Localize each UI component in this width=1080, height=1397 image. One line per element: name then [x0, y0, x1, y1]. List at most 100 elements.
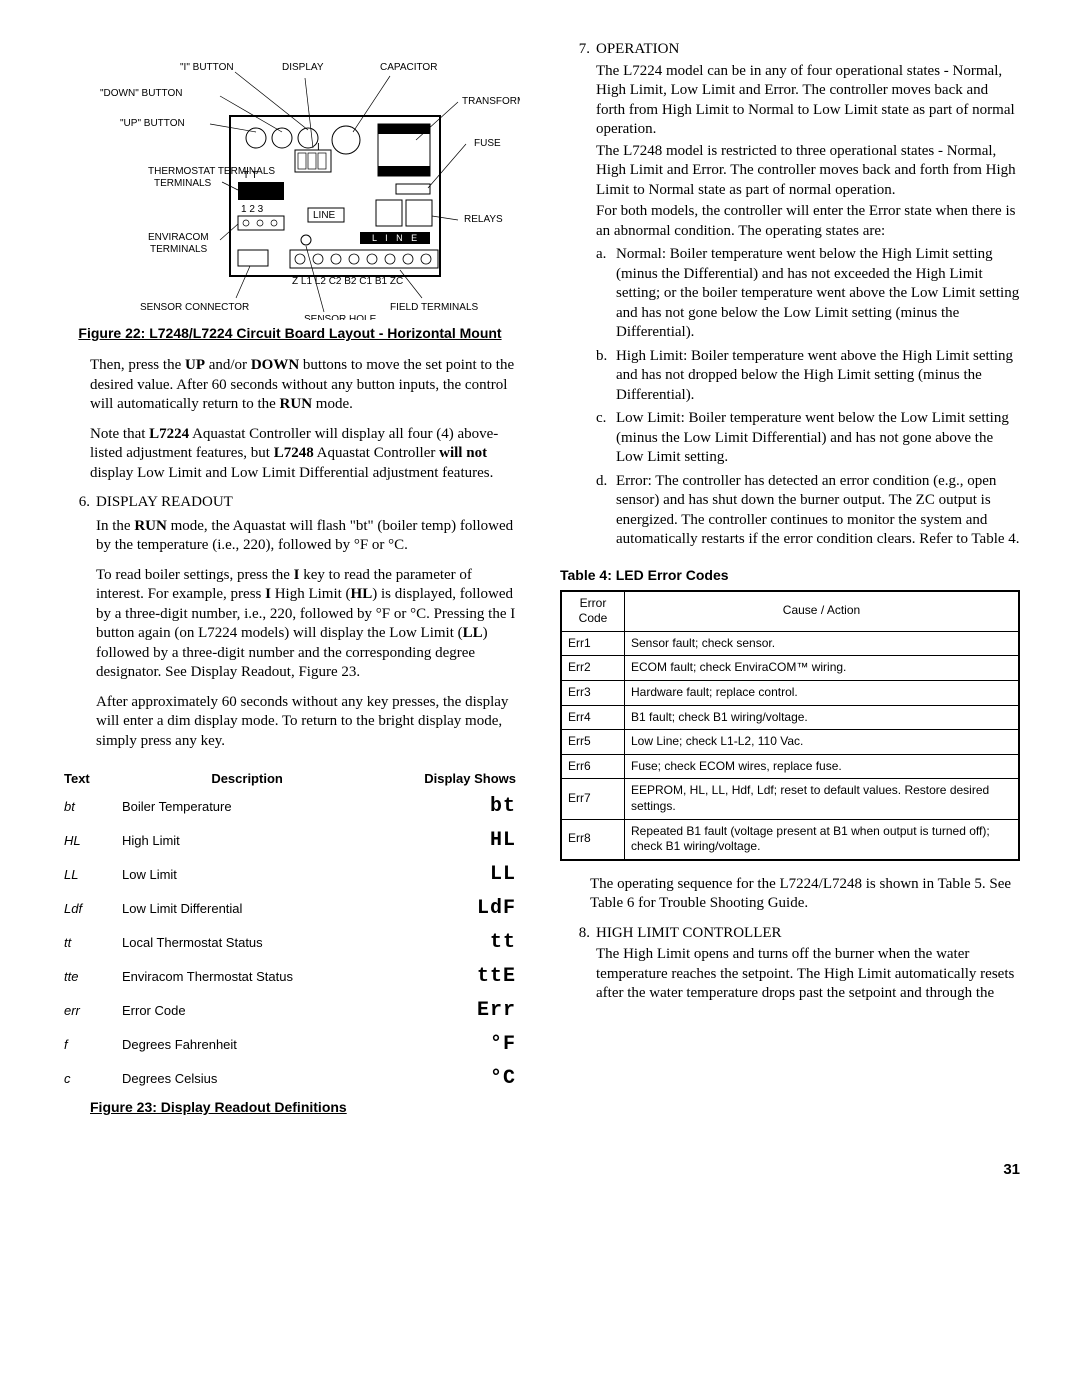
after-table4: The operating sequence for the L7224/L72…	[590, 875, 1020, 914]
col-description: Description	[118, 769, 376, 790]
readout-shows: Err	[376, 994, 520, 1028]
readout-shows: °F	[376, 1028, 520, 1062]
col-error-code: Error Code	[561, 591, 625, 632]
figure-22-caption: Figure 22: L7248/L7224 Circuit Board Lay…	[60, 324, 520, 342]
error-code: Err6	[561, 754, 625, 779]
col-text: Text	[60, 769, 118, 790]
left-column: I T T	[60, 40, 520, 1130]
figure-23-table: Text Description Display Shows btBoiler …	[60, 769, 520, 1096]
error-action: B1 fault; check B1 wiring/voltage.	[625, 705, 1020, 730]
readout-shows: °C	[376, 1062, 520, 1096]
readout-row: cDegrees Celsius°C	[60, 1062, 520, 1096]
table-4-title: Table 4: LED Error Codes	[560, 566, 1020, 584]
readout-row: fDegrees Fahrenheit°F	[60, 1028, 520, 1062]
item-6-title: DISPLAY READOUT	[96, 493, 520, 513]
readout-row: errError CodeErr	[60, 994, 520, 1028]
error-row: Err4B1 fault; check B1 wiring/voltage.	[561, 705, 1019, 730]
error-row: Err6Fuse; check ECOM wires, replace fuse…	[561, 754, 1019, 779]
error-action: ECOM fault; check EnviraCOM™ wiring.	[625, 656, 1020, 681]
item-7-title: OPERATION	[596, 40, 1020, 60]
readout-shows: HL	[376, 824, 520, 858]
error-action: Hardware fault; replace control.	[625, 681, 1020, 706]
readout-shows: LdF	[376, 892, 520, 926]
circuit-board-diagram: I T T	[60, 40, 520, 320]
readout-text: err	[60, 994, 118, 1028]
svg-text:FUSE: FUSE	[474, 138, 501, 149]
readout-row: ttLocal Thermostat Statustt	[60, 926, 520, 960]
readout-desc: Enviracom Thermostat Status	[118, 960, 376, 994]
error-code: Err1	[561, 631, 625, 656]
readout-row: LLLow LimitLL	[60, 858, 520, 892]
readout-text: Ldf	[60, 892, 118, 926]
error-action: Repeated B1 fault (voltage present at B1…	[625, 819, 1020, 860]
svg-text:DISPLAY: DISPLAY	[282, 62, 324, 73]
readout-text: HL	[60, 824, 118, 858]
svg-text:TERMINALS: TERMINALS	[154, 178, 212, 189]
readout-desc: Degrees Celsius	[118, 1062, 376, 1096]
item-8-title: HIGH LIMIT CONTROLLER	[596, 924, 1020, 944]
svg-text:RELAYS: RELAYS	[464, 214, 503, 225]
svg-text:TERMINALS: TERMINALS	[150, 244, 208, 255]
svg-text:THERMOSTAT TERMINALS: THERMOSTAT TERMINALS	[148, 166, 275, 177]
svg-text:SENSOR CONNECTOR: SENSOR CONNECTOR	[140, 302, 249, 313]
svg-text:CAPACITOR: CAPACITOR	[380, 62, 437, 73]
svg-text:ENVIRACOM: ENVIRACOM	[148, 232, 209, 243]
svg-text:SENSOR HOLE: SENSOR HOLE	[304, 314, 377, 320]
error-action: Low Line; check L1-L2, 110 Vac.	[625, 730, 1020, 755]
svg-text:I: I	[317, 142, 320, 153]
error-action: Sensor fault; check sensor.	[625, 631, 1020, 656]
page-number: 31	[60, 1160, 1020, 1180]
readout-shows: tt	[376, 926, 520, 960]
col-cause-action: Cause / Action	[625, 591, 1020, 632]
two-column-layout: I T T	[60, 40, 1020, 1130]
readout-text: tte	[60, 960, 118, 994]
readout-desc: Error Code	[118, 994, 376, 1028]
svg-text:"I" BUTTON: "I" BUTTON	[180, 62, 234, 73]
error-row: Err2ECOM fault; check EnviraCOM™ wiring.	[561, 656, 1019, 681]
error-row: Err5Low Line; check L1-L2, 110 Vac.	[561, 730, 1019, 755]
readout-row: LdfLow Limit DifferentialLdF	[60, 892, 520, 926]
error-row: Err7EEPROM, HL, LL, Hdf, Ldf; reset to d…	[561, 779, 1019, 819]
error-row: Err1Sensor fault; check sensor.	[561, 631, 1019, 656]
svg-text:Z L1 L2 C2 B2 C1 B1 ZC: Z L1 L2 C2 B2 C1 B1 ZC	[292, 276, 403, 287]
error-code: Err3	[561, 681, 625, 706]
item-7d: d. Error: The controller has detected an…	[596, 472, 1020, 550]
error-row: Err8Repeated B1 fault (voltage present a…	[561, 819, 1019, 860]
readout-desc: Low Limit Differential	[118, 892, 376, 926]
item-7: 7. OPERATION The L7224 model can be in a…	[560, 40, 1020, 554]
error-action: Fuse; check ECOM wires, replace fuse.	[625, 754, 1020, 779]
error-code: Err5	[561, 730, 625, 755]
readout-row: btBoiler Temperaturebt	[60, 790, 520, 824]
readout-desc: Degrees Fahrenheit	[118, 1028, 376, 1062]
readout-text: f	[60, 1028, 118, 1062]
readout-row: HLHigh LimitHL	[60, 824, 520, 858]
readout-desc: Local Thermostat Status	[118, 926, 376, 960]
item-7b: b. High Limit: Boiler temperature went a…	[596, 347, 1020, 406]
table-4: Error Code Cause / Action Err1Sensor fau…	[560, 590, 1020, 861]
svg-text:L I N E: L I N E	[372, 233, 420, 243]
error-code: Err4	[561, 705, 625, 730]
readout-shows: ttE	[376, 960, 520, 994]
error-code: Err7	[561, 779, 625, 819]
readout-desc: Low Limit	[118, 858, 376, 892]
item-8: 8. HIGH LIMIT CONTROLLER The High Limit …	[560, 924, 1020, 1004]
readout-row: tteEnviracom Thermostat StatusttE	[60, 960, 520, 994]
readout-text: c	[60, 1062, 118, 1096]
readout-text: bt	[60, 790, 118, 824]
paragraph-l7224-note: Note that L7224 Aquastat Controller will…	[90, 425, 520, 484]
readout-shows: LL	[376, 858, 520, 892]
figure-23-caption: Figure 23: Display Readout Definitions	[90, 1098, 520, 1116]
paragraph-up-down: Then, press the UP and/or DOWN buttons t…	[90, 356, 520, 415]
item-7a: a. Normal: Boiler temperature went below…	[596, 245, 1020, 343]
error-row: Err3Hardware fault; replace control.	[561, 681, 1019, 706]
svg-text:LINE: LINE	[313, 210, 336, 221]
col-display-shows: Display Shows	[376, 769, 520, 790]
readout-text: tt	[60, 926, 118, 960]
readout-desc: High Limit	[118, 824, 376, 858]
svg-text:"UP" BUTTON: "UP" BUTTON	[120, 118, 185, 129]
error-code: Err8	[561, 819, 625, 860]
readout-text: LL	[60, 858, 118, 892]
svg-text:1 2 3: 1 2 3	[241, 204, 264, 215]
item-7c: c. Low Limit: Boiler temperature went be…	[596, 409, 1020, 468]
error-action: EEPROM, HL, LL, Hdf, Ldf; reset to defau…	[625, 779, 1020, 819]
